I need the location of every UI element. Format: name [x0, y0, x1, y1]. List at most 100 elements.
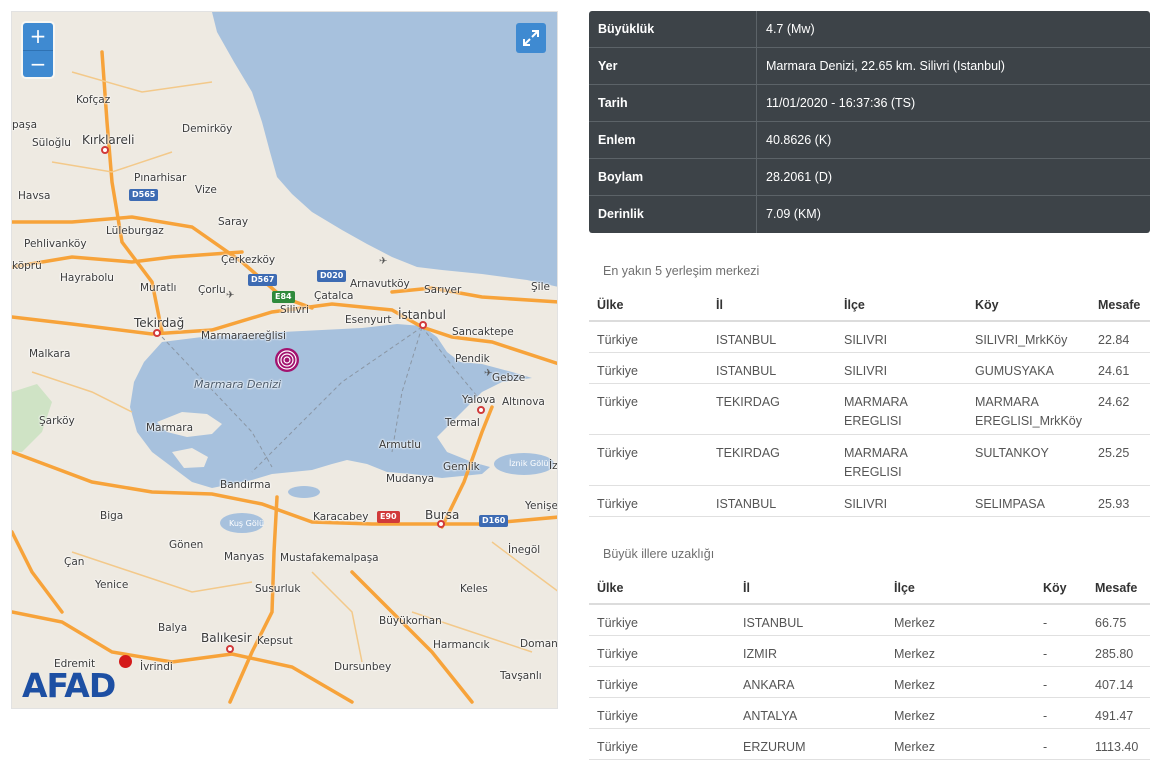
- info-row-magnitude: Büyüklük 4.7 (Mw): [589, 11, 1150, 48]
- expand-icon: [523, 30, 539, 46]
- table-cell: ERZURUM: [735, 728, 886, 760]
- table-cell: Türkiye: [589, 383, 708, 435]
- table-row: Türkiye TEKIRDAG MARMARA EREGLISI MARMAR…: [589, 383, 1150, 435]
- place-label: Malkara: [29, 348, 71, 360]
- place-label: Tekirdağ: [134, 316, 185, 330]
- place-label: Marmaraereğlisi: [201, 330, 286, 342]
- place-label: Manyas: [224, 551, 265, 563]
- city-distances-table: Ülke İl İlçe Köy Mesafe Türkiye ISTANBUL…: [589, 572, 1150, 760]
- table-cell: SILIVRI: [836, 352, 967, 384]
- place-label: Süloğlu: [32, 137, 71, 149]
- table-cell: Türkiye: [589, 728, 735, 760]
- earthquake-map[interactable]: D565 D567 E84 D020 E90 D160 Kofçaz Kırkl…: [11, 11, 558, 709]
- table-cell: SILIVRI: [836, 321, 967, 353]
- column-header: Mesafe: [1087, 572, 1150, 605]
- place-label: Sancaktepe: [452, 326, 514, 338]
- table-row: Türkiye ERZURUM Merkez - 1113.40: [589, 728, 1150, 760]
- table-cell: ISTANBUL: [708, 352, 836, 384]
- city-marker[interactable]: [437, 520, 445, 528]
- table-row: Türkiye IZMIR Merkez - 285.80: [589, 635, 1150, 667]
- city-marker[interactable]: [153, 329, 161, 337]
- city-marker[interactable]: [419, 321, 427, 329]
- place-label: Balya: [158, 622, 188, 634]
- info-value: 4.7 (Mw): [766, 22, 815, 36]
- airport-icon: ✈: [379, 256, 388, 267]
- info-key: Tarih: [589, 85, 757, 121]
- place-label: Gönen: [169, 539, 204, 551]
- place-label: Büyükorhan: [379, 615, 442, 627]
- city-marker[interactable]: [226, 645, 234, 653]
- place-label: Karacabey: [313, 511, 369, 523]
- place-label: Susurluk: [255, 583, 301, 595]
- table-cell: Türkiye: [589, 485, 708, 517]
- nearest-settlements-title: En yakın 5 yerleşim merkezi: [603, 264, 760, 278]
- zoom-control: + −: [23, 23, 53, 77]
- info-key: Büyüklük: [589, 11, 757, 47]
- table-cell: Türkiye: [589, 604, 735, 636]
- table-cell: Türkiye: [589, 635, 735, 667]
- place-label: Saray: [218, 216, 249, 228]
- earthquake-epicenter-icon[interactable]: [274, 347, 300, 373]
- place-label: Vize: [195, 184, 217, 196]
- place-label: Çerkezköy: [221, 254, 276, 266]
- road-shield-e90: E90: [377, 511, 400, 523]
- table-cell: Türkiye: [589, 321, 708, 353]
- place-label: Lüleburgaz: [106, 225, 164, 237]
- place-label: Havsa: [18, 190, 51, 202]
- info-key: Boylam: [589, 159, 757, 195]
- place-label: Altınova: [502, 396, 545, 408]
- place-label: Yalova: [462, 394, 496, 406]
- place-label: Esenyurt: [345, 314, 392, 326]
- table-cell: GUMUSYAKA: [967, 352, 1090, 384]
- table-cell: 25.25: [1090, 434, 1150, 486]
- place-label: İstanbul: [398, 308, 447, 322]
- table-cell: ISTANBUL: [735, 604, 886, 636]
- place-label: Çan: [64, 556, 85, 568]
- column-header: Köy: [967, 289, 1090, 322]
- table-cell: TEKIRDAG: [708, 434, 836, 486]
- place-label: Gemlik: [443, 461, 480, 473]
- table-cell: TEKIRDAG: [708, 383, 836, 435]
- table-header-row: Ülke İl İlçe Köy Mesafe: [589, 572, 1150, 605]
- table-cell: Merkez: [886, 635, 1035, 667]
- table-cell: Türkiye: [589, 666, 735, 698]
- zoom-out-button[interactable]: −: [23, 50, 53, 77]
- place-label: Sarıyer: [424, 284, 462, 296]
- afad-logo: AFAD: [22, 666, 116, 705]
- table-cell: 285.80: [1087, 635, 1150, 667]
- info-key: Enlem: [589, 122, 757, 158]
- place-label: Muratlı: [140, 282, 177, 294]
- place-label: Marmara: [146, 422, 194, 434]
- table-header-row: Ülke İl İlçe Köy Mesafe: [589, 289, 1150, 322]
- place-label: İz: [549, 460, 558, 472]
- info-row-longitude: Boylam 28.2061 (D): [589, 159, 1150, 196]
- road-shield-d567: D567: [248, 274, 278, 286]
- table-cell: ISTANBUL: [708, 485, 836, 517]
- airport-icon: ✈: [226, 290, 235, 301]
- road-shield-d020: D020: [317, 270, 347, 282]
- table-cell: MARMARA EREGLISI: [836, 434, 967, 486]
- city-marker[interactable]: [101, 146, 109, 154]
- table-cell: -: [1035, 666, 1087, 698]
- place-label: Demirköy: [182, 123, 233, 135]
- table-cell: Türkiye: [589, 697, 735, 729]
- table-cell: SELIMPASA: [967, 485, 1090, 517]
- place-label: Silivri: [280, 304, 309, 316]
- column-header: Mesafe: [1090, 289, 1150, 322]
- table-row: Türkiye ISTANBUL SILIVRI SELIMPASA 25.93: [589, 485, 1150, 517]
- info-row-date: Tarih 11/01/2020 - 16:37:36 (TS): [589, 85, 1150, 122]
- place-label: Arnavutköy: [350, 278, 410, 290]
- table-cell: Türkiye: [589, 352, 708, 384]
- zoom-in-button[interactable]: +: [23, 23, 53, 50]
- place-label: Pınarhisar: [134, 172, 187, 184]
- column-header: İl: [708, 289, 836, 322]
- city-marker[interactable]: [477, 406, 485, 414]
- place-label: İnegöl: [508, 544, 541, 556]
- table-cell: ISTANBUL: [708, 321, 836, 353]
- place-label: Keles: [460, 583, 488, 595]
- place-label: Pendik: [455, 353, 490, 365]
- sea-label: Marmara Denizi: [194, 378, 282, 391]
- info-value: Marmara Denizi, 22.65 km. Silivri (Istan…: [766, 59, 1005, 73]
- fullscreen-button[interactable]: [516, 23, 546, 53]
- table-cell: SILIVRI: [836, 485, 967, 517]
